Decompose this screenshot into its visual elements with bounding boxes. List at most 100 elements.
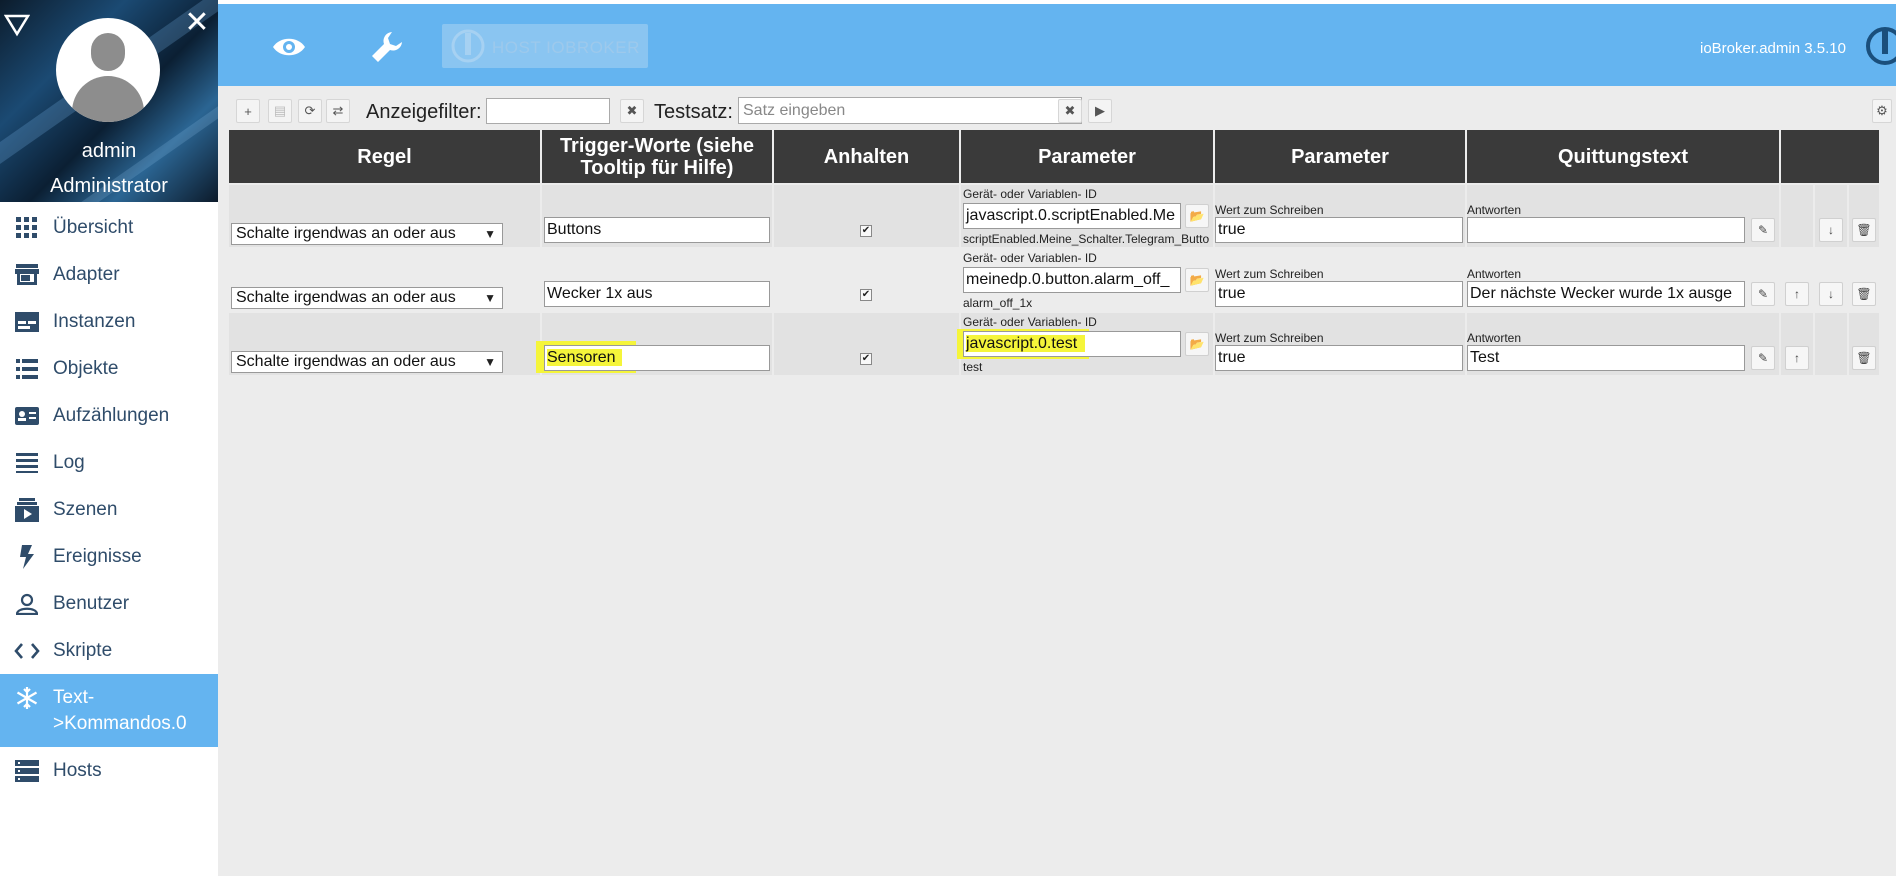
sidebar-item-text-kommandos[interactable]: Text- >Kommandos.0 [0,674,218,747]
answer-label: Antworten [1467,267,1522,281]
sidebar-item-label-line1: Text- [53,686,95,708]
action-cell: ↑ [1781,313,1813,375]
header-stop: Anhalten [774,130,959,183]
rule-select[interactable]: Schalte irgendwas an oder aus ▼ [231,223,503,245]
test-sentence-input[interactable] [738,97,1082,124]
reload-button[interactable]: ⟳ [298,99,322,123]
sidebar-item-skripte[interactable]: Skripte [0,627,218,674]
clear-test-button[interactable]: ✖ [1058,99,1082,123]
clear-filter-button[interactable]: ✖ [620,99,644,123]
stop-checkbox[interactable]: ✔ [860,289,872,301]
answer-label: Antworten [1467,203,1522,217]
header-answer: Quittungstext [1467,130,1779,183]
sidebar-item-label: Skripte [53,639,113,661]
run-test-button[interactable]: ▶ [1088,99,1112,123]
sidebar-item-benutzer[interactable]: Benutzer [0,580,218,627]
edit-icon[interactable]: ✎ [1751,218,1775,242]
id-input[interactable]: meinedp.0.button.alarm_off_ [963,267,1181,293]
sidebar-item-aufzaehlungen[interactable]: Aufzählungen [0,392,218,439]
delete-icon[interactable]: 🗑 [1852,282,1876,306]
write-label: Wert zum Schreiben [1215,267,1324,281]
id-input[interactable]: javascript.0.scriptEnabled.Me [963,203,1181,229]
write-input[interactable]: true [1215,281,1463,307]
header-trigger: Trigger-Worte (siehe Tooltip für Hilfe) [542,130,772,183]
move-up-icon[interactable]: ↑ [1785,282,1809,306]
store-icon [0,263,53,286]
sidebar-item-label: Log [53,451,85,473]
move-down-icon[interactable]: ↓ [1819,218,1843,242]
version-label: ioBroker.admin 3.5.10 [1700,40,1846,57]
stop-cell: ✔ [774,185,959,247]
sidebar-item-hosts[interactable]: Hosts [0,747,218,794]
close-icon[interactable]: ✕ [184,8,210,38]
wrench-icon[interactable] [370,30,404,64]
sidebar-item-label: Ereignisse [53,545,142,567]
write-cell: Wert zum Schreiben true [1215,185,1465,247]
sidebar-item-instanzen[interactable]: Instanzen [0,298,218,345]
host-selector[interactable]: HOST IOBROKER [442,24,648,68]
rule-select[interactable]: Schalte irgendwas an oder aus ▼ [231,287,503,309]
sidebar-item-szenen[interactable]: Szenen [0,486,218,533]
write-input[interactable]: true [1215,345,1463,371]
answer-input[interactable]: Der nächste Wecker wurde 1x ausge [1467,281,1745,307]
delete-icon[interactable]: 🗑 [1852,346,1876,370]
answer-input[interactable] [1467,217,1745,243]
sidebar-item-objekte[interactable]: Objekte [0,345,218,392]
eye-icon[interactable] [272,34,306,60]
stop-checkbox[interactable]: ✔ [860,353,872,365]
swap-button[interactable]: ⇄ [326,99,350,123]
sidebar: ✕ admin Administrator Übersicht Adapter … [0,0,218,876]
hosts-icon [0,759,53,782]
rule-select-value: Schalte irgendwas an oder aus [236,353,456,370]
rule-select[interactable]: Schalte irgendwas an oder aus ▼ [231,351,503,373]
answer-cell: Antworten Test ✎ [1467,313,1779,375]
stop-checkbox[interactable]: ✔ [860,225,872,237]
sidebar-item-label: Szenen [53,498,118,520]
id-cell: Gerät- oder Variablen- ID javascript.0.t… [957,313,1213,375]
filter-input[interactable] [486,98,610,124]
gear-icon[interactable]: ⚙ [1872,99,1892,123]
id-input[interactable]: javascript.0.test [963,331,1181,357]
stop-cell: ✔ [774,249,959,311]
write-input[interactable]: true [1215,217,1463,243]
folder-icon[interactable]: 📂 [1185,204,1209,228]
answer-input[interactable]: Test [1467,345,1745,371]
bolt-icon [0,544,53,569]
trigger-input[interactable]: Sensoren [544,345,770,371]
collapse-triangle-icon[interactable] [4,12,30,38]
move-up-icon[interactable]: ↑ [1785,346,1809,370]
answer-cell: Antworten ✎ [1467,185,1779,247]
delete-icon[interactable]: 🗑 [1852,218,1876,242]
sidebar-item-ereignisse[interactable]: Ereignisse [0,533,218,580]
chevron-down-icon: ▼ [484,227,496,241]
action-cell: 🗑 [1849,249,1879,311]
move-down-icon[interactable]: ↓ [1819,282,1843,306]
id-cell: Gerät- oder Variablen- ID javascript.0.s… [961,185,1213,247]
edit-icon[interactable]: ✎ [1751,282,1775,306]
action-cell: 🗑 [1849,313,1879,375]
nav-menu: Übersicht Adapter Instanzen Objekte Aufz… [0,204,218,794]
top-bar: HOST IOBROKER ioBroker.admin 3.5.10 [218,0,1896,86]
table-row: Schalte irgendwas an oder aus ▼ Sensoren … [229,313,1879,375]
user-role: Administrator [50,175,168,197]
sidebar-item-log[interactable]: Log [0,439,218,486]
folder-icon[interactable]: 📂 [1185,332,1209,356]
add-rule-button[interactable]: + [236,99,260,123]
edit-icon[interactable]: ✎ [1751,346,1775,370]
save-button[interactable]: ▤ [268,99,292,123]
avatar [56,18,160,122]
id-cell: Gerät- oder Variablen- ID meinedp.0.butt… [961,249,1213,311]
write-cell: Wert zum Schreiben true [1215,313,1465,375]
user-name: admin [81,140,137,162]
sidebar-item-label: Instanzen [53,310,136,332]
header-param1: Parameter [961,130,1213,183]
trigger-input[interactable]: Wecker 1x aus [544,281,770,307]
sidebar-item-adapter[interactable]: Adapter [0,251,218,298]
folder-icon[interactable]: 📂 [1185,268,1209,292]
action-cell: ↓ [1815,185,1847,247]
user-icon [0,593,53,615]
sidebar-item-uebersicht[interactable]: Übersicht [0,204,218,251]
header-rule: Regel [229,130,540,183]
trigger-input[interactable]: Buttons [544,217,770,243]
profile-panel: ✕ admin Administrator [0,0,218,202]
